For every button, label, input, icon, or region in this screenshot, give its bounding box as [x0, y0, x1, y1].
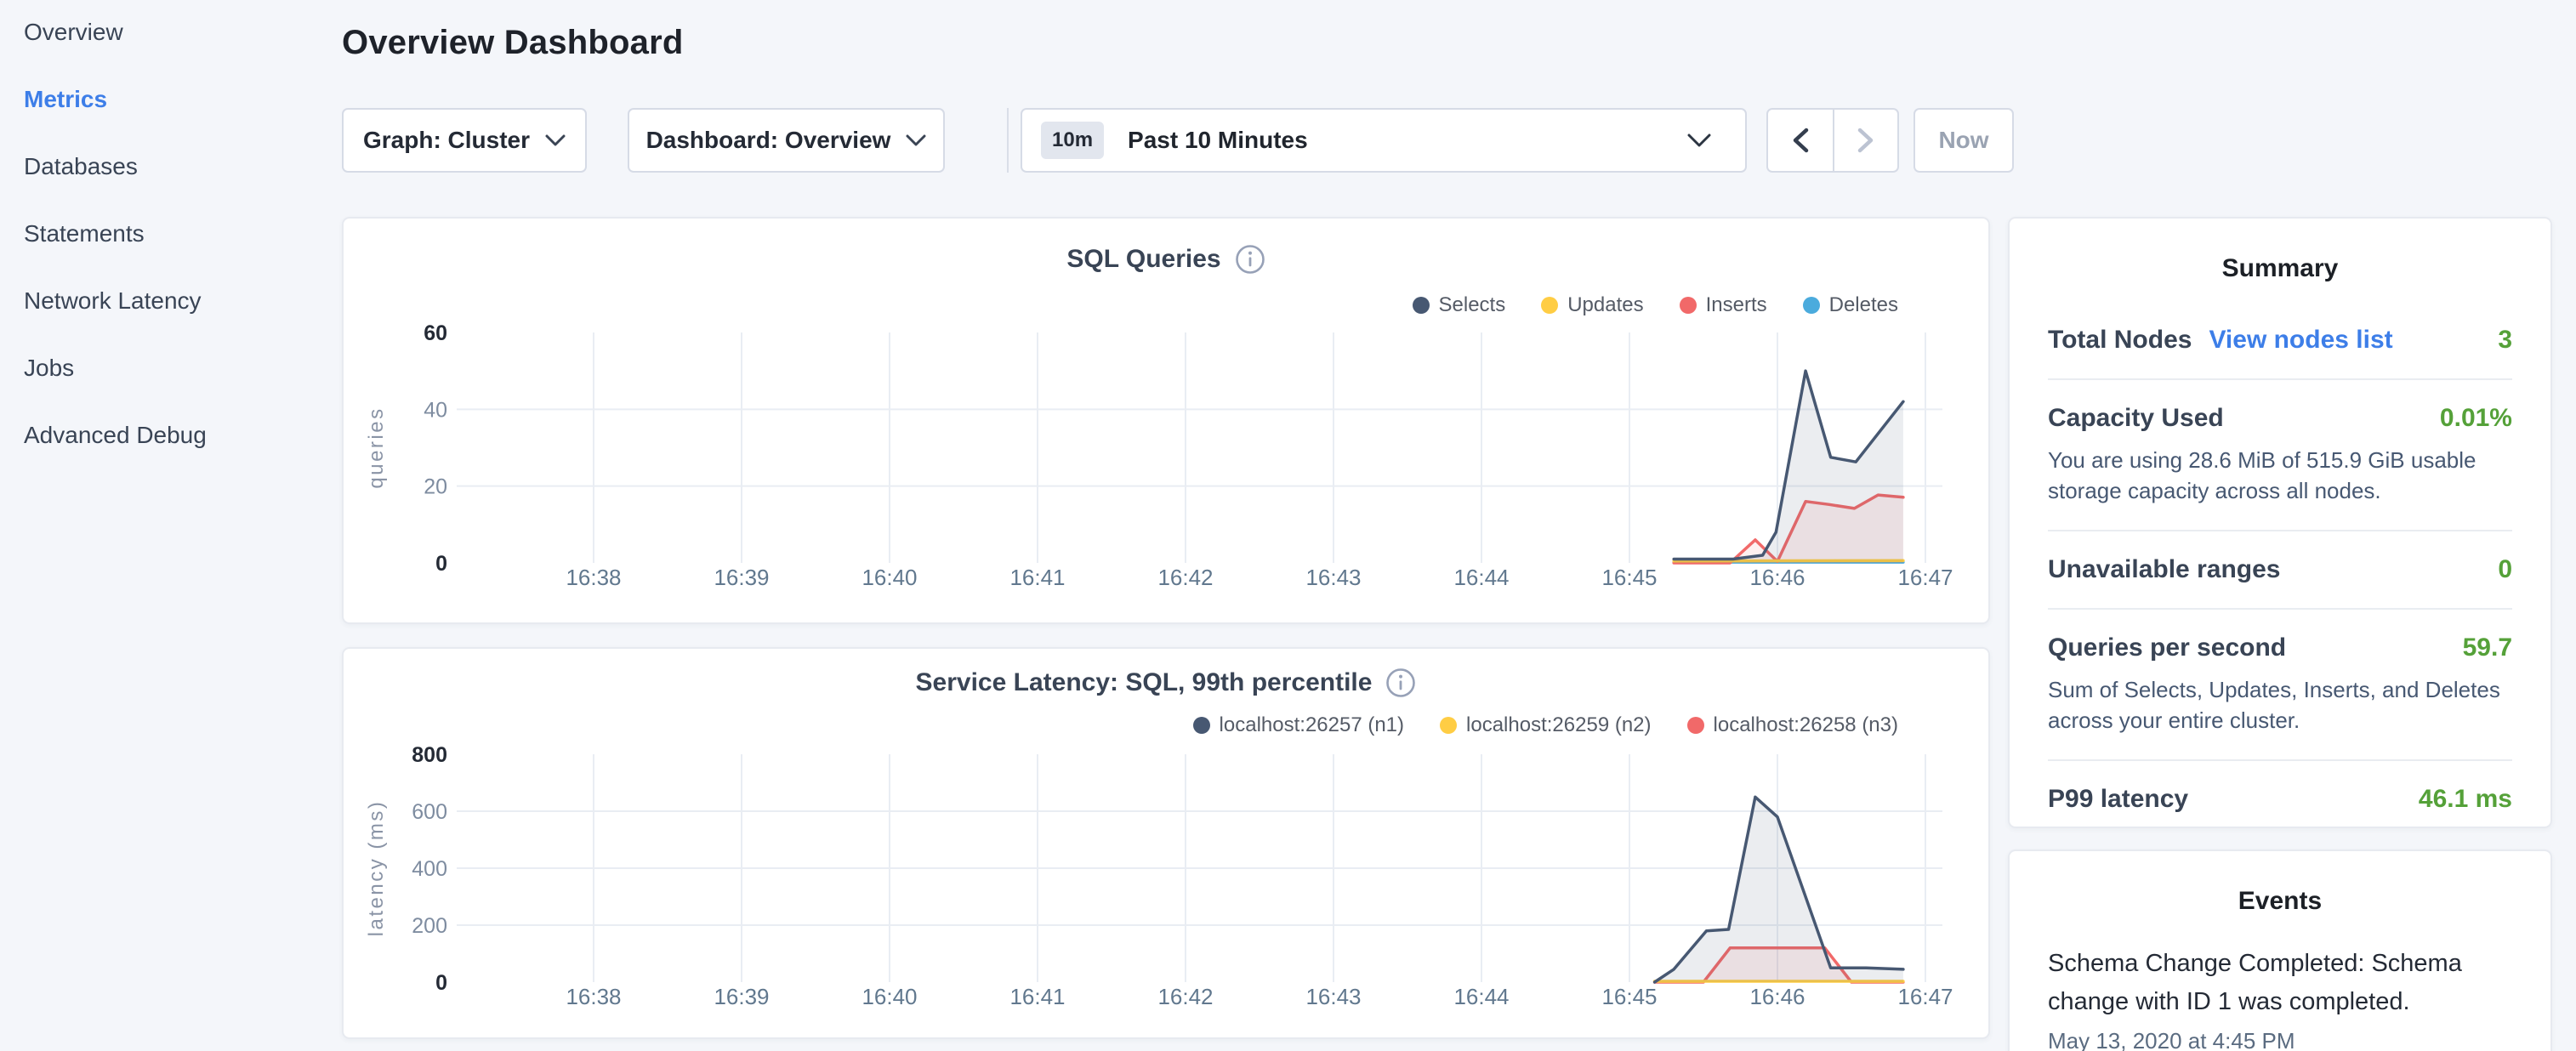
x-tick-label: 16:43 — [1305, 565, 1361, 590]
toolbar-divider — [1007, 108, 1009, 173]
queries-per-second-value: 59.7 — [2463, 633, 2512, 662]
y-tick-label: 200 — [412, 914, 447, 938]
sidebar-item-overview[interactable]: Overview — [24, 20, 330, 44]
y-tick-label: 60 — [424, 321, 447, 345]
p99-latency-value: 46.1 ms — [2419, 785, 2512, 814]
dashboard-label: Dashboard: Overview — [646, 127, 891, 154]
x-tick-label: 16:46 — [1749, 565, 1805, 590]
y-tick-label: 400 — [412, 857, 447, 881]
queries-per-second-metric: Queries per second 59.7 Sum of Selects, … — [2048, 610, 2512, 761]
x-tick-label: 16:40 — [862, 565, 917, 590]
x-tick-label: 16:41 — [1009, 984, 1065, 1009]
time-range-label: Past 10 Minutes — [1128, 127, 1687, 154]
capacity-used-metric: Capacity Used 0.01% You are using 28.6 M… — [2048, 380, 2512, 531]
dashboard-dropdown[interactable]: Dashboard: Overview — [628, 108, 945, 173]
sql-queries-plot[interactable]: 16:38 16:39 16:40 16:41 16:42 16:43 16:44 16:45… — [344, 219, 1988, 622]
page-title: Overview Dashboard — [342, 24, 684, 62]
chevron-right-icon — [1857, 127, 1875, 154]
time-range-badge: 10m — [1041, 122, 1104, 159]
x-tick-label: 16:40 — [862, 984, 917, 1009]
time-prev-button[interactable] — [1768, 110, 1833, 171]
y-tick-label: 0 — [435, 552, 447, 576]
unavailable-ranges-metric: Unavailable ranges 0 — [2048, 531, 2512, 610]
chevron-left-icon — [1791, 127, 1810, 154]
unavailable-ranges-label: Unavailable ranges — [2048, 555, 2280, 584]
sidebar-item-jobs[interactable]: Jobs — [24, 356, 330, 380]
sidebar: Overview Metrics Databases Statements Ne… — [24, 20, 330, 491]
sql-queries-chart-card: SQL Queries SelectsUpdatesInsertsDeletes… — [342, 217, 1990, 624]
x-tick-label: 16:43 — [1305, 984, 1361, 1009]
total-nodes-label: Total Nodes — [2048, 326, 2192, 355]
x-tick-label: 16:45 — [1601, 565, 1657, 590]
total-nodes-value: 3 — [2498, 326, 2512, 355]
p99-latency-metric: P99 latency 46.1 ms — [2048, 761, 2512, 838]
sidebar-item-network-latency[interactable]: Network Latency — [24, 289, 330, 313]
chevron-down-icon — [545, 134, 566, 147]
x-tick-label: 16:42 — [1157, 565, 1213, 590]
x-tick-label: 16:39 — [714, 984, 769, 1009]
sidebar-item-advanced-debug[interactable]: Advanced Debug — [24, 423, 330, 447]
events-panel: Events Schema Change Completed: Schema c… — [2008, 849, 2552, 1051]
service-latency-chart-card: Service Latency: SQL, 99th percentile lo… — [342, 647, 1990, 1039]
unavailable-ranges-value: 0 — [2498, 555, 2512, 584]
events-title: Events — [2048, 887, 2512, 916]
x-tick-label: 16:44 — [1453, 984, 1509, 1009]
queries-per-second-label: Queries per second — [2048, 633, 2286, 662]
y-tick-label: 40 — [424, 398, 447, 422]
toolbar: Graph: Cluster Dashboard: Overview 10m P… — [0, 108, 2576, 173]
y-axis-title: queries — [365, 406, 388, 488]
x-tick-label: 16:44 — [1453, 565, 1509, 590]
view-nodes-list-link[interactable]: View nodes list — [2209, 326, 2392, 355]
graph-scope-dropdown[interactable]: Graph: Cluster — [342, 108, 587, 173]
event-list-item[interactable]: Schema Change Completed: Schema change w… — [2048, 945, 2512, 1051]
time-nav-group — [1766, 108, 1899, 173]
capacity-used-label: Capacity Used — [2048, 404, 2224, 433]
x-tick-label: 16:38 — [566, 984, 621, 1009]
graph-scope-label: Graph: Cluster — [363, 127, 530, 154]
y-axis-title: latency (ms) — [365, 800, 388, 937]
summary-title: Summary — [2048, 254, 2512, 283]
y-tick-label: 20 — [424, 475, 447, 499]
x-tick-label: 16:46 — [1749, 984, 1805, 1009]
event-timestamp: May 13, 2020 at 4:45 PM — [2048, 1028, 2512, 1051]
x-tick-label: 16:42 — [1157, 984, 1213, 1009]
capacity-used-description: You are using 28.6 MiB of 515.9 GiB usab… — [2048, 445, 2512, 506]
chevron-down-icon — [1687, 134, 1711, 148]
x-tick-label: 16:47 — [1897, 984, 1953, 1009]
p99-latency-label: P99 latency — [2048, 785, 2188, 814]
y-tick-label: 600 — [412, 800, 447, 824]
x-tick-label: 16:47 — [1897, 565, 1953, 590]
x-tick-label: 16:45 — [1601, 984, 1657, 1009]
time-next-button[interactable] — [1833, 110, 1897, 171]
x-tick-label: 16:38 — [566, 565, 621, 590]
x-tick-label: 16:41 — [1009, 565, 1065, 590]
service-latency-plot[interactable]: 16:38 16:39 16:40 16:41 16:42 16:43 16:44 16:45… — [344, 649, 1988, 1037]
y-tick-label: 0 — [435, 971, 447, 995]
time-window-dropdown[interactable]: 10m Past 10 Minutes — [1021, 108, 1747, 173]
event-text: Schema Change Completed: Schema change w… — [2048, 945, 2512, 1021]
now-button[interactable]: Now — [1914, 108, 2014, 173]
total-nodes-metric: Total Nodes View nodes list 3 — [2048, 302, 2512, 380]
y-tick-label: 800 — [412, 743, 447, 767]
sidebar-item-statements[interactable]: Statements — [24, 222, 330, 246]
chevron-down-icon — [906, 134, 926, 147]
capacity-used-value: 0.01% — [2440, 404, 2512, 433]
queries-per-second-description: Sum of Selects, Updates, Inserts, and De… — [2048, 674, 2512, 736]
summary-panel: Summary Total Nodes View nodes list 3 Ca… — [2008, 217, 2552, 828]
x-tick-label: 16:39 — [714, 565, 769, 590]
